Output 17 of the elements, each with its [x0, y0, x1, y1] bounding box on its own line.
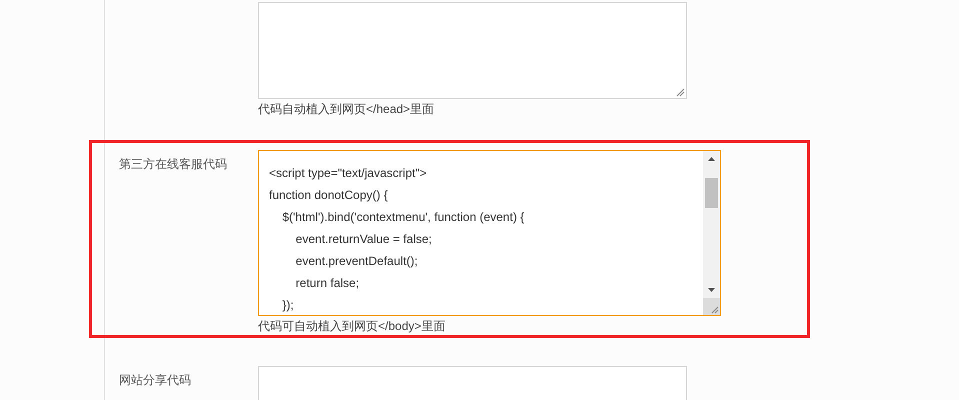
code-textarea[interactable] — [258, 2, 687, 99]
scrollbar[interactable] — [703, 151, 720, 315]
field-hint: 代码自动植入到网页</head>里面 — [258, 101, 436, 117]
code-line: event.preventDefault(); — [294, 253, 419, 270]
code-line: event.returnValue = false; — [294, 231, 433, 248]
code-line: <script type="text/javascript"> — [269, 165, 428, 182]
code-textarea[interactable]: <script type="text/javascript"> function donotCopy() { $('html').bind('contextmenu', function (event) { event.returnValue = false; event.preventDefault(); return false; }); — [258, 150, 721, 316]
code-line: }); — [281, 297, 295, 314]
code-line: return false; — [294, 275, 360, 292]
field-label: 第三方在线客服代码 — [119, 156, 228, 173]
scrollbar-thumb[interactable] — [705, 178, 718, 208]
resize-grip-icon[interactable] — [703, 298, 720, 315]
resize-grip-icon[interactable] — [676, 88, 685, 97]
code-line: $('html').bind('contextmenu', function (event) { — [281, 209, 526, 226]
field-hint: 代码可自动植入到网页</body>里面 — [258, 318, 446, 334]
code-line: function donotCopy() { — [269, 187, 389, 204]
field-label: 网站分享代码 — [119, 372, 192, 389]
